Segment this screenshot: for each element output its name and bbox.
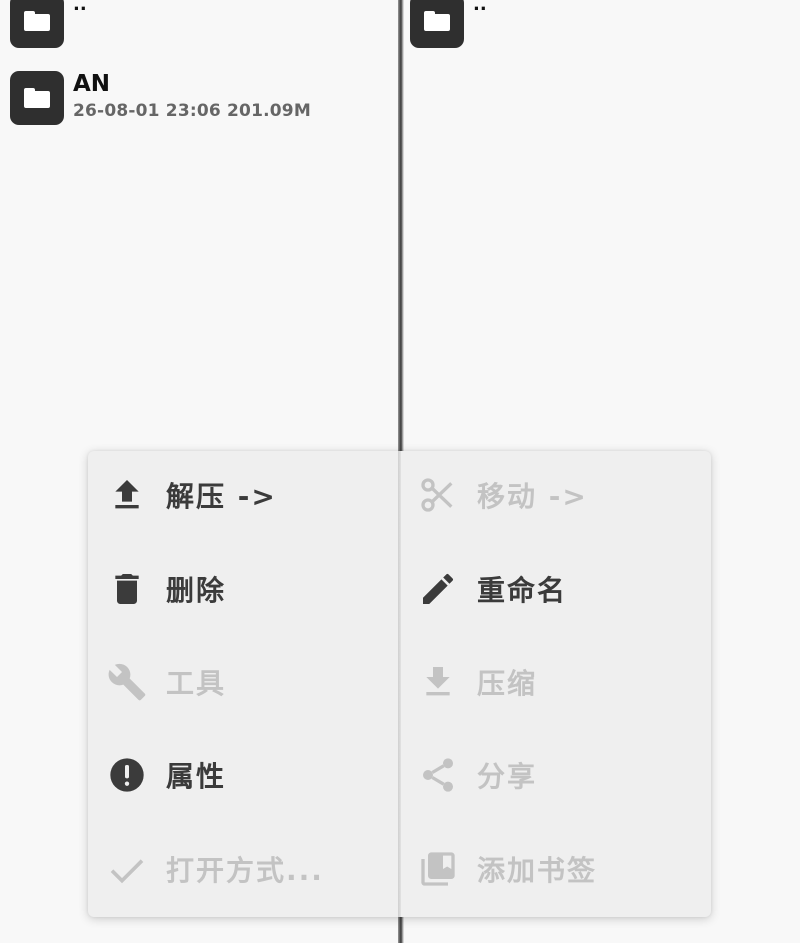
- menu-divider: [398, 451, 401, 917]
- file-list-item-an[interactable]: AN 26-08-01 23:06 201.09M: [10, 71, 311, 125]
- menu-item-add-bookmark[interactable]: 添加书签: [417, 839, 707, 899]
- menu-item-rename[interactable]: 重命名: [417, 559, 707, 619]
- menu-item-label: 删除: [166, 574, 227, 607]
- upload-icon: [106, 474, 148, 516]
- bookmarks-icon: [417, 848, 459, 890]
- file-name: ..: [473, 0, 487, 15]
- menu-item-label: 分享: [477, 760, 538, 793]
- folder-icon: [410, 0, 464, 48]
- file-name: ..: [73, 0, 87, 15]
- menu-item-properties[interactable]: 属性: [106, 745, 396, 805]
- share-icon: [417, 754, 459, 796]
- menu-item-open-with[interactable]: 打开方式...: [106, 839, 396, 899]
- menu-item-move[interactable]: 移动 ->: [417, 465, 707, 525]
- file-list-item-parent[interactable]: ..: [410, 0, 487, 48]
- info-icon: [106, 754, 148, 796]
- menu-item-label: 解压 ->: [166, 480, 277, 513]
- menu-item-label: 添加书签: [477, 854, 598, 887]
- menu-item-compress[interactable]: 压缩: [417, 652, 707, 712]
- menu-item-delete[interactable]: 删除: [106, 559, 396, 619]
- menu-item-label: 打开方式...: [166, 854, 324, 887]
- menu-item-label: 属性: [166, 760, 227, 793]
- download-icon: [417, 661, 459, 703]
- menu-item-label: 重命名: [477, 574, 568, 607]
- file-meta: 26-08-01 23:06 201.09M: [73, 101, 311, 121]
- wrench-icon: [106, 661, 148, 703]
- trash-icon: [106, 568, 148, 610]
- menu-item-extract[interactable]: 解压 ->: [106, 465, 396, 525]
- check-icon: [106, 848, 148, 890]
- pencil-icon: [417, 568, 459, 610]
- menu-item-label: 工具: [166, 667, 227, 700]
- scissors-icon: [417, 474, 459, 516]
- file-name: AN: [73, 71, 111, 97]
- context-menu: 解压 -> 删除 工具 属性 打开方式... 移动 -> 重命名 压缩 分享 添…: [88, 451, 711, 917]
- folder-icon: [10, 71, 64, 125]
- folder-icon: [10, 0, 64, 48]
- menu-item-tools[interactable]: 工具: [106, 652, 396, 712]
- menu-item-label: 压缩: [477, 667, 538, 700]
- menu-item-share[interactable]: 分享: [417, 745, 707, 805]
- menu-item-label: 移动 ->: [477, 480, 588, 513]
- file-list-item-parent[interactable]: ..: [10, 0, 87, 48]
